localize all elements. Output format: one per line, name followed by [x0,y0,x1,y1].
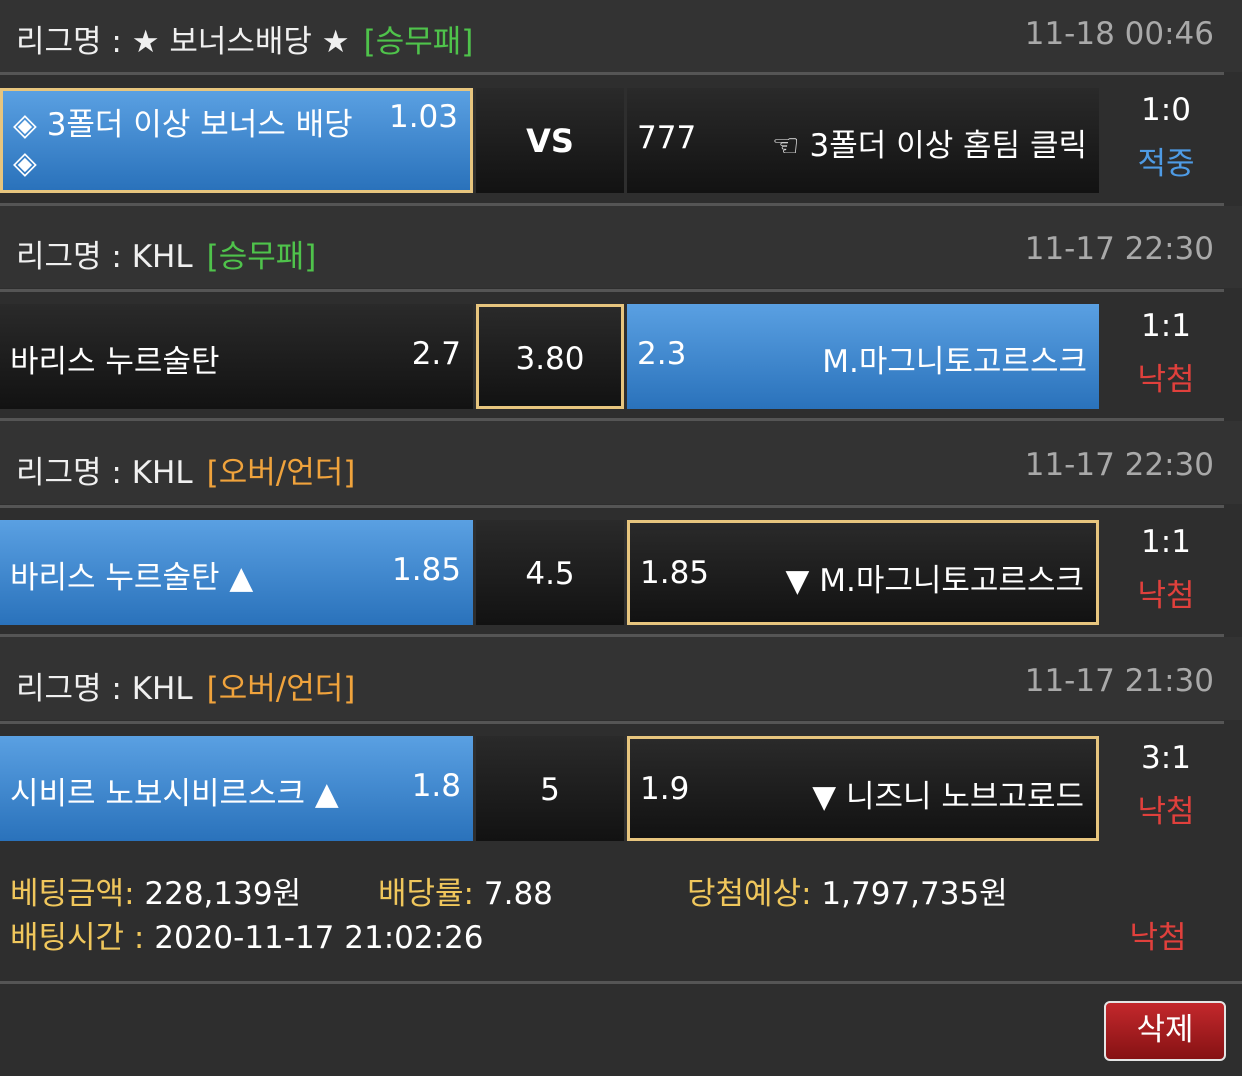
divider [0,721,1224,724]
divider [0,981,1242,984]
home-team-name: ◈ 3폴더 이상 보너스 배당 [13,107,353,143]
match-score: 3:1 [1141,740,1191,776]
home-team-name: 시비르 노보시비르스크 ▲ [10,776,339,812]
match-datetime: 11-17 22:30 [1024,447,1214,483]
delete-button[interactable]: 삭제 [1104,1001,1226,1061]
home-team-name-line2: ◈ [13,145,37,181]
away-team-name: ☜ 3폴더 이상 홈팀 클릭 [771,128,1087,164]
bet-type-tag: [오버/언더] [206,455,356,491]
under-odds: 1.85 [640,555,710,591]
league-label-wrap: 리그명 : KHL [오버/언더] [16,663,355,708]
over-odds: 1.8 [411,768,461,804]
away-team-name: ▼ M.마그니토고르스크 [785,563,1084,599]
expected-payout-value: 1,797,735원 [821,876,1008,912]
total-odds-value: 7.88 [483,876,553,912]
league-name: 리그명 : KHL [16,455,193,491]
total-line: 5 [540,772,560,808]
final-result-status: 낙첨 [1129,920,1187,956]
bet-time: 배팅시간 : 2020-11-17 21:02:26 [10,912,484,957]
line-cell: 5 [476,736,624,841]
total-odds: 배당률: 7.88 [378,868,553,913]
total-odds-label: 배당률: [378,876,475,912]
draw-odds: 3.80 [515,341,585,377]
result-status: 낙첨 [1137,578,1195,614]
draw-cell: VS [476,88,624,193]
league-header: 리그명 : ★ 보너스배당 ★ [승무패] 11-18 00:46 [0,0,1242,72]
bet-amount-label: 베팅금액: [10,876,135,912]
away-odds-button[interactable]: 2.3 M.마그니토고르스크 [627,304,1099,409]
result-status: 낙첨 [1137,362,1195,398]
over-odds-button[interactable]: 바리스 누르술탄 ▲ 1.85 [0,520,473,625]
league-name: 리그명 : ★ 보너스배당 ★ [16,24,350,60]
league-header: 리그명 : KHL [오버/언더] 11-17 21:30 [0,637,1242,720]
bet-time-label: 배팅시간 : [10,920,145,956]
bet-type-tag: [승무패] [206,239,317,275]
away-odds-button[interactable]: 777 ☜ 3폴더 이상 홈팀 클릭 [627,88,1099,193]
bet-type-tag: [승무패] [363,24,474,60]
bet-amount-value: 228,139원 [144,876,302,912]
expected-payout-label: 당첨예상: [687,876,812,912]
league-header: 리그명 : KHL [오버/언더] 11-17 22:30 [0,421,1242,504]
divider [0,505,1224,508]
away-odds: 2.3 [637,336,687,372]
expected-payout: 당첨예상: 1,797,735원 [687,868,1008,913]
league-label-wrap: 리그명 : KHL [오버/언더] [16,447,355,492]
over-odds: 1.85 [391,552,461,588]
home-odds: 2.7 [411,336,461,372]
home-odds-button[interactable]: 바리스 누르술탄 2.7 [0,304,473,409]
divider [0,289,1224,292]
under-odds: 1.9 [640,771,690,807]
under-odds-button[interactable]: 1.85 ▼ M.마그니토고르스크 [627,520,1099,625]
result-status: 낙첨 [1137,794,1195,830]
league-header: 리그명 : KHL [승무패] 11-17 22:30 [0,206,1242,288]
home-odds-button[interactable]: ◈ 3폴더 이상 보너스 배당 ◈ 1.03 [0,88,473,193]
home-odds: 1.03 [388,99,458,135]
league-name: 리그명 : KHL [16,239,193,275]
away-odds: 777 [637,120,697,156]
away-team-name: ▼ 니즈니 노브고로드 [812,779,1084,815]
total-line: 4.5 [525,556,575,592]
home-team-name: 바리스 누르술탄 ▲ [10,560,254,596]
away-team-name: M.마그니토고르스크 [822,344,1087,380]
divider [0,72,1224,75]
under-odds-button[interactable]: 1.9 ▼ 니즈니 노브고로드 [627,736,1099,841]
over-odds-button[interactable]: 시비르 노보시비르스크 ▲ 1.8 [0,736,473,841]
match-score: 1:1 [1141,524,1191,560]
match-datetime: 11-17 21:30 [1024,663,1214,699]
home-team-name: 바리스 누르술탄 [10,344,220,380]
match-datetime: 11-18 00:46 [1024,16,1214,52]
bet-amount: 베팅금액: 228,139원 [10,868,301,913]
league-label-wrap: 리그명 : ★ 보너스배당 ★ [승무패] [16,16,473,61]
vs-label: VS [526,122,574,160]
line-cell: 4.5 [476,520,624,625]
match-datetime: 11-17 22:30 [1024,231,1214,267]
draw-odds-button[interactable]: 3.80 [476,304,624,409]
bet-time-value: 2020-11-17 21:02:26 [154,920,484,956]
result-status: 적중 [1137,146,1195,182]
match-score: 1:0 [1141,92,1191,128]
league-label-wrap: 리그명 : KHL [승무패] [16,231,316,276]
league-name: 리그명 : KHL [16,671,193,707]
bet-type-tag: [오버/언더] [206,671,356,707]
match-score: 1:1 [1141,308,1191,344]
